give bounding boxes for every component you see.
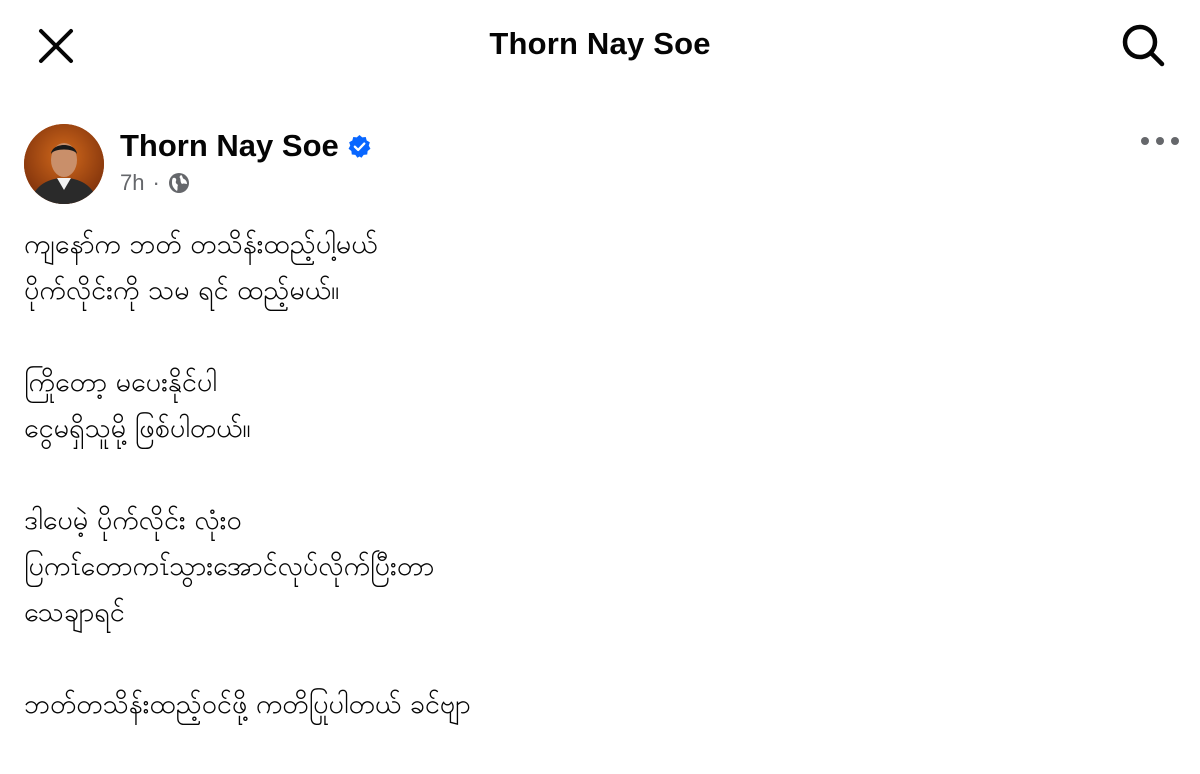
page-title: Thorn Nay Soe <box>489 26 711 61</box>
meta-separator: · <box>152 170 160 195</box>
globe-icon <box>168 173 189 193</box>
top-bar: Thorn Nay Soe <box>0 0 1200 90</box>
post-header: Thorn Nay Soe 7h · <box>24 124 1184 206</box>
verified-badge-icon <box>348 134 371 158</box>
post-meta: 7h · <box>120 170 190 196</box>
post-paragraph: ဘတ်တသိန်းထည့်ဝင်ဖို့ ကတိပြုပါတယ် ခင်ဗျာ <box>24 689 471 720</box>
search-button[interactable] <box>1118 20 1168 70</box>
more-options-button[interactable] <box>1136 126 1184 156</box>
post-time[interactable]: 7h <box>120 170 144 196</box>
post-text: ကျနော်က ဘတ် တသိန်းထည့်ပါ့မယ် ပိုက်လိုင်း… <box>24 222 1174 774</box>
avatar[interactable] <box>24 124 104 204</box>
author-name-row: Thorn Nay Soe <box>120 128 372 164</box>
post-paragraph: ကျနော်က ဘတ် တသိန်းထည့်ပါ့မယ် ပိုက်လိုင်း… <box>24 229 378 306</box>
more-options-icon <box>1141 137 1179 145</box>
author-name[interactable]: Thorn Nay Soe <box>120 128 339 164</box>
post-paragraph: ကြိုတော့ မပေးနိုင်ပါ ငွေမရှိသူမို့ ဖြစ်ပ… <box>24 367 251 444</box>
search-icon <box>1122 24 1165 67</box>
post-paragraph: ဒါပေမဲ့ ပိုက်လိုင်း လုံး၀ ပြကၤ်တောကၤ်သွာ… <box>24 505 435 628</box>
